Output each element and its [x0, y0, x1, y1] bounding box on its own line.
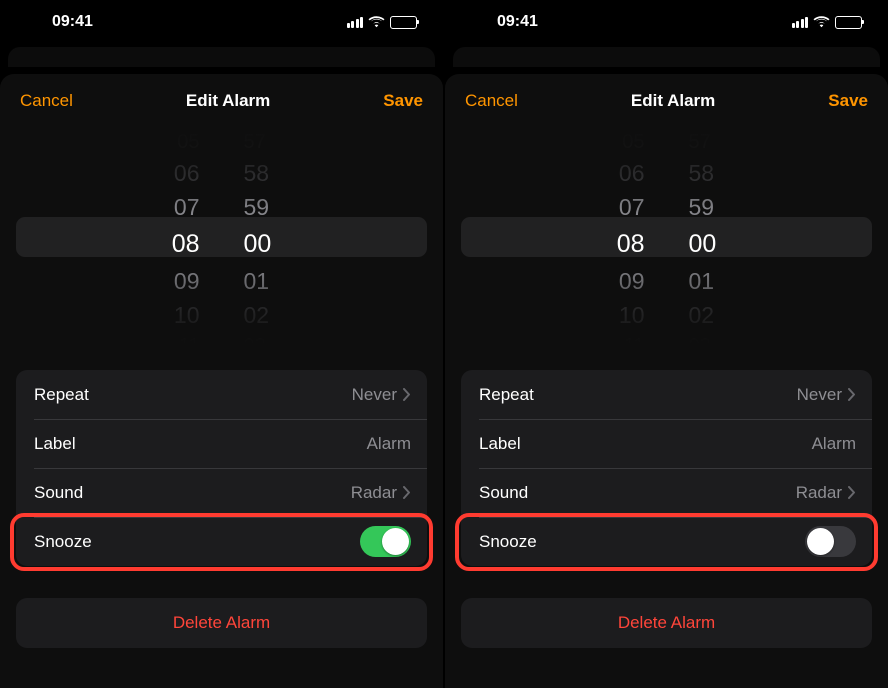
minute-column[interactable]: 57 58 59 00 01 02 03: [222, 128, 428, 346]
chevron-right-icon: [848, 388, 856, 401]
row-label[interactable]: Label Alarm: [461, 419, 872, 468]
wifi-icon: [368, 16, 385, 28]
picker-hour-item: 05: [177, 128, 199, 156]
settings-list: Repeat Never Label Alarm Sound Radar: [461, 370, 872, 566]
row-sound[interactable]: Sound Radar: [16, 468, 427, 517]
chevron-right-icon: [848, 486, 856, 499]
picker-hour-item: 11: [624, 332, 645, 346]
row-sound-value: Radar: [351, 483, 397, 503]
row-repeat[interactable]: Repeat Never: [16, 370, 427, 419]
delete-alarm-button[interactable]: Delete Alarm: [16, 598, 427, 648]
sheet-bg-card: [445, 44, 888, 67]
wifi-icon: [813, 16, 830, 28]
row-label-label: Label: [34, 434, 76, 454]
picker-hour-item: 07: [619, 190, 645, 224]
picker-minute-item: 59: [689, 190, 715, 224]
status-time: 09:41: [52, 13, 93, 31]
picker-hour-item: 10: [619, 298, 645, 332]
picker-minute-item: 01: [244, 264, 270, 298]
nav-bar: Cancel Edit Alarm Save: [0, 74, 443, 128]
picker-hour-selected: 08: [172, 224, 200, 264]
picker-minute-item: 58: [244, 156, 270, 190]
cancel-button[interactable]: Cancel: [20, 91, 73, 111]
save-button[interactable]: Save: [383, 91, 423, 111]
hour-column[interactable]: 05 06 07 08 09 10 11: [461, 128, 667, 346]
save-button[interactable]: Save: [828, 91, 868, 111]
row-label-value: Alarm: [812, 434, 856, 454]
cellular-icon: [347, 17, 364, 28]
status-time: 09:41: [497, 13, 538, 31]
row-sound-label: Sound: [479, 483, 528, 503]
sheet-bg-card: [0, 44, 443, 67]
edit-alarm-sheet: Cancel Edit Alarm Save 05 06 07 08 09 10…: [0, 74, 443, 688]
time-picker[interactable]: 05 06 07 08 09 10 11 57 58 59 00 01 02 0…: [461, 128, 872, 346]
battery-icon: [390, 16, 417, 29]
delete-alarm-button[interactable]: Delete Alarm: [461, 598, 872, 648]
picker-minute-item: 01: [689, 264, 715, 298]
nav-title: Edit Alarm: [186, 91, 270, 111]
picker-minute-item: 03: [244, 332, 266, 346]
picker-minute-item: 58: [689, 156, 715, 190]
picker-hour-selected: 08: [617, 224, 645, 264]
row-snooze-label: Snooze: [479, 532, 537, 552]
picker-minute-item: 03: [689, 332, 711, 346]
edit-alarm-sheet: Cancel Edit Alarm Save 05 06 07 08 09 10…: [445, 74, 888, 688]
row-label-label: Label: [479, 434, 521, 454]
chevron-right-icon: [403, 388, 411, 401]
picker-minute-item: 59: [244, 190, 270, 224]
picker-minute-item: 02: [689, 298, 715, 332]
picker-hour-item: 06: [174, 156, 200, 190]
status-bar: 09:41: [0, 0, 443, 44]
row-repeat-value: Never: [797, 385, 842, 405]
picker-hour-item: 09: [619, 264, 645, 298]
row-sound-value: Radar: [796, 483, 842, 503]
row-snooze: Snooze: [16, 517, 427, 566]
picker-hour-item: 06: [619, 156, 645, 190]
picker-hour-item: 09: [174, 264, 200, 298]
picker-minute-item: 57: [244, 128, 266, 156]
minute-column[interactable]: 57 58 59 00 01 02 03: [667, 128, 873, 346]
picker-hour-item: 10: [174, 298, 200, 332]
picker-minute-item: 57: [689, 128, 711, 156]
row-repeat-label: Repeat: [479, 385, 534, 405]
status-icons: [792, 16, 863, 29]
picker-hour-item: 11: [179, 332, 200, 346]
screen-right: 09:41 Cancel Edit Alarm Save 05 06 07: [445, 0, 888, 688]
status-bar: 09:41: [445, 0, 888, 44]
cancel-button[interactable]: Cancel: [465, 91, 518, 111]
picker-hour-item: 07: [174, 190, 200, 224]
snooze-toggle[interactable]: [360, 526, 411, 557]
screen-left: 09:41 Cancel Edit Alarm Save 05 06 07: [0, 0, 443, 688]
picker-minute-item: 02: [244, 298, 270, 332]
picker-hour-item: 05: [622, 128, 644, 156]
nav-bar: Cancel Edit Alarm Save: [445, 74, 888, 128]
row-label-value: Alarm: [367, 434, 411, 454]
row-sound-label: Sound: [34, 483, 83, 503]
picker-minute-selected: 00: [244, 224, 272, 264]
settings-list: Repeat Never Label Alarm Sound Radar: [16, 370, 427, 566]
row-sound[interactable]: Sound Radar: [461, 468, 872, 517]
row-snooze-label: Snooze: [34, 532, 92, 552]
chevron-right-icon: [403, 486, 411, 499]
row-repeat[interactable]: Repeat Never: [461, 370, 872, 419]
row-label[interactable]: Label Alarm: [16, 419, 427, 468]
time-picker[interactable]: 05 06 07 08 09 10 11 57 58 59 00 01 02 0…: [16, 128, 427, 346]
battery-icon: [835, 16, 862, 29]
hour-column[interactable]: 05 06 07 08 09 10 11: [16, 128, 222, 346]
row-repeat-label: Repeat: [34, 385, 89, 405]
status-icons: [347, 16, 418, 29]
snooze-toggle[interactable]: [805, 526, 856, 557]
picker-minute-selected: 00: [689, 224, 717, 264]
nav-title: Edit Alarm: [631, 91, 715, 111]
cellular-icon: [792, 17, 809, 28]
row-snooze: Snooze: [461, 517, 872, 566]
row-repeat-value: Never: [352, 385, 397, 405]
